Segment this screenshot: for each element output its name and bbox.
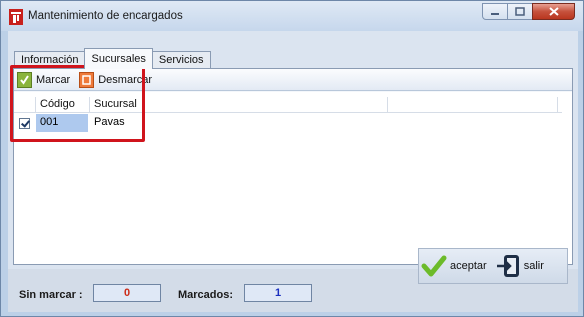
unmark-button[interactable]: Desmarcar (76, 70, 156, 90)
accept-label: aceptar (450, 260, 487, 272)
accept-check-icon (421, 255, 447, 277)
exit-label: salir (523, 260, 544, 272)
marked-count: 1 (244, 284, 312, 302)
window-title: Mantenimiento de encargados (28, 10, 183, 22)
header-codigo[interactable]: Código (36, 97, 90, 113)
sucursales-panel: Marcar Desmarcar Código Sucursal 001 Pav… (13, 68, 573, 265)
accept-button[interactable]: aceptar (421, 253, 487, 279)
tab-informacion[interactable]: Información (14, 51, 86, 69)
header-check-column (14, 97, 36, 113)
app-window: Mantenimiento de encargados Información … (0, 0, 584, 317)
unmark-icon (79, 71, 95, 88)
minimize-icon (491, 12, 499, 15)
maximize-icon (515, 7, 525, 16)
action-bar: aceptar salir (418, 248, 568, 284)
mark-button[interactable]: Marcar (14, 70, 74, 90)
close-button[interactable] (532, 3, 575, 20)
header-sucursal[interactable]: Sucursal (90, 97, 388, 113)
row-checkbox[interactable] (19, 117, 30, 129)
grid-toolbar: Marcar Desmarcar (14, 69, 572, 91)
cell-sucursal[interactable]: Pavas (88, 114, 148, 132)
close-icon (548, 7, 559, 16)
sucursales-grid: Código Sucursal 001 Pavas (14, 92, 572, 264)
unmark-label: Desmarcar (98, 73, 153, 86)
tab-servicios[interactable]: Servicios (151, 51, 211, 69)
maximize-button[interactable] (507, 3, 533, 20)
mark-icon (17, 71, 32, 88)
tab-sucursales[interactable]: Sucursales (84, 48, 153, 69)
minimize-button[interactable] (482, 3, 508, 20)
unmarked-label: Sin marcar : (19, 289, 83, 301)
table-row[interactable]: 001 Pavas (14, 114, 148, 132)
tab-strip: Información Sucursales Servicios (14, 48, 211, 69)
title-bar: Mantenimiento de encargados (1, 1, 583, 31)
header-filler (388, 97, 558, 113)
exit-icon (496, 255, 519, 277)
unmarked-count: 0 (93, 284, 161, 302)
app-icon (9, 9, 23, 25)
grid-header: Código Sucursal (14, 97, 562, 113)
mark-label: Marcar (36, 73, 71, 86)
cell-codigo[interactable]: 001 (36, 114, 88, 132)
exit-button[interactable]: salir (495, 253, 544, 279)
row-check-cell (14, 114, 36, 132)
window-controls (482, 3, 575, 20)
marked-label: Marcados: (178, 289, 234, 301)
